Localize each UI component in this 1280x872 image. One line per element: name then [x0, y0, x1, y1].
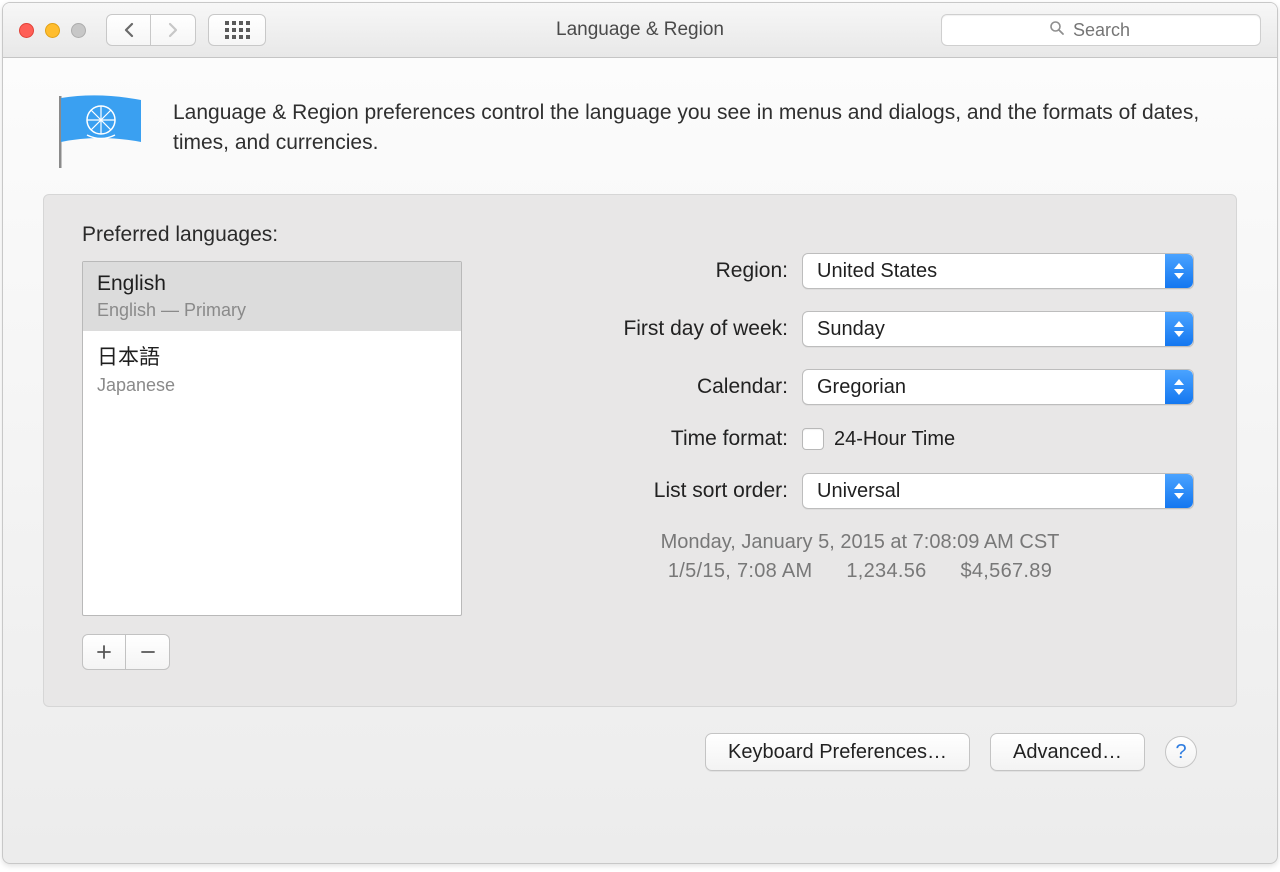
grid-icon — [225, 21, 250, 39]
window-controls — [19, 23, 86, 38]
nav-buttons — [106, 14, 196, 46]
chevron-left-icon — [123, 22, 135, 38]
stepper-arrows-icon — [1165, 312, 1193, 346]
stepper-arrows-icon — [1165, 370, 1193, 404]
preferred-languages-section: Preferred languages: English English — P… — [82, 223, 462, 670]
back-button[interactable] — [106, 14, 151, 46]
language-subtitle: Japanese — [97, 375, 447, 396]
search-wrap — [941, 14, 1261, 46]
first-day-value: Sunday — [817, 318, 885, 341]
add-language-button[interactable] — [82, 634, 126, 670]
chevron-right-icon — [167, 22, 179, 38]
calendar-label: Calendar: — [522, 375, 802, 399]
calendar-dropdown[interactable]: Gregorian — [802, 369, 1194, 405]
time-format-label: Time format: — [522, 427, 802, 451]
footer-actions: Keyboard Preferences… Advanced… ? — [43, 707, 1237, 771]
24-hour-checkbox-label: 24-Hour Time — [834, 428, 955, 451]
help-button[interactable]: ? — [1165, 736, 1197, 768]
zoom-window-button — [71, 23, 86, 38]
first-day-dropdown[interactable]: Sunday — [802, 311, 1194, 347]
preferred-languages-list[interactable]: English English — Primary 日本語 Japanese — [82, 261, 462, 616]
24-hour-checkbox[interactable] — [802, 428, 824, 450]
search-input[interactable] — [1073, 20, 1153, 41]
remove-language-button[interactable] — [126, 634, 170, 670]
minus-icon — [140, 644, 156, 660]
show-all-button[interactable] — [208, 14, 266, 46]
sample-long-date: Monday, January 5, 2015 at 7:08:09 AM CS… — [522, 531, 1198, 554]
preferred-languages-label: Preferred languages: — [82, 223, 462, 247]
stepper-arrows-icon — [1165, 474, 1193, 508]
sample-number: 1,234.56 — [846, 560, 926, 583]
region-label: Region: — [522, 259, 802, 283]
titlebar: Language & Region — [3, 3, 1277, 58]
region-value: United States — [817, 260, 937, 283]
preferences-window: Language & Region — [2, 2, 1278, 864]
intro-section: Language & Region preferences control th… — [43, 86, 1237, 194]
list-sort-value: Universal — [817, 480, 900, 503]
add-remove-group — [82, 634, 462, 670]
keyboard-preferences-button[interactable]: Keyboard Preferences… — [705, 733, 970, 771]
list-sort-label: List sort order: — [522, 479, 802, 503]
format-sample: Monday, January 5, 2015 at 7:08:09 AM CS… — [522, 531, 1198, 583]
settings-panel: Preferred languages: English English — P… — [43, 194, 1237, 707]
language-item[interactable]: 日本語 Japanese — [83, 331, 461, 406]
language-native-name: 日本語 — [97, 341, 447, 371]
sample-short-date: 1/5/15, 7:08 AM — [668, 560, 813, 583]
stepper-arrows-icon — [1165, 254, 1193, 288]
language-native-name: English — [97, 272, 447, 296]
content-area: Language & Region preferences control th… — [3, 58, 1277, 863]
language-item[interactable]: English English — Primary — [83, 262, 461, 331]
plus-icon — [96, 644, 112, 660]
region-settings-section: Region: United States First day of week: — [522, 223, 1198, 670]
close-window-button[interactable] — [19, 23, 34, 38]
language-subtitle: English — Primary — [97, 300, 447, 321]
first-day-label: First day of week: — [522, 317, 802, 341]
intro-text: Language & Region preferences control th… — [173, 92, 1227, 159]
forward-button — [151, 14, 196, 46]
advanced-button[interactable]: Advanced… — [990, 733, 1145, 771]
sample-currency: $4,567.89 — [960, 560, 1052, 583]
search-icon — [1049, 20, 1065, 41]
region-dropdown[interactable]: United States — [802, 253, 1194, 289]
un-flag-icon — [49, 92, 141, 166]
list-sort-dropdown[interactable]: Universal — [802, 473, 1194, 509]
minimize-window-button[interactable] — [45, 23, 60, 38]
search-field[interactable] — [941, 14, 1261, 46]
calendar-value: Gregorian — [817, 376, 906, 399]
